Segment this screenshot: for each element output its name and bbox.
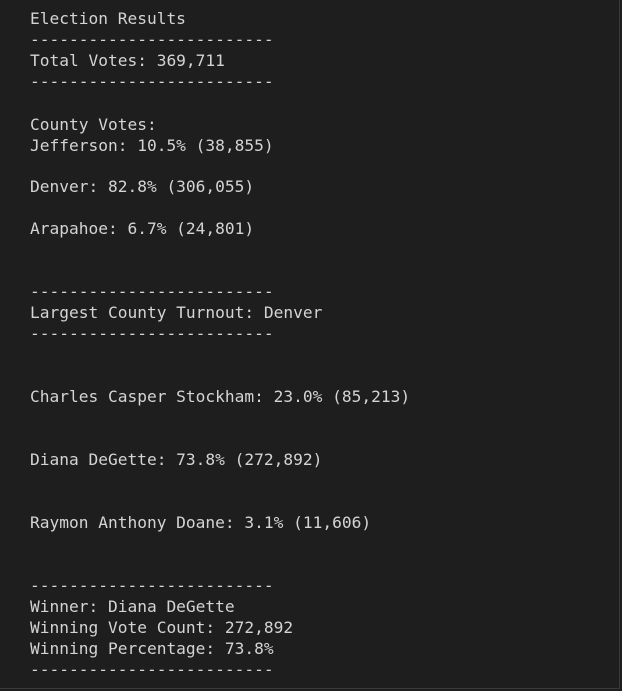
largest-county-turnout: Largest County Turnout: Denver [30,303,323,322]
total-votes: Total Votes: 369,711 [30,51,225,70]
divider: ------------------------- [30,30,274,49]
divider: ------------------------- [30,282,274,301]
terminal-output: Election Results -----------------------… [0,0,620,689]
candidate-line-stockham: Charles Casper Stockham: 23.0% (85,213) [30,387,411,406]
divider: ------------------------- [30,660,274,679]
divider: ------------------------- [30,324,274,343]
candidate-line-doane: Raymon Anthony Doane: 3.1% (11,606) [30,513,372,532]
county-line-arapahoe: Arapahoe: 6.7% (24,801) [30,219,255,238]
winner-name: Winner: Diana DeGette [30,597,235,616]
report-title: Election Results [30,9,186,28]
divider: ------------------------- [30,576,274,595]
candidate-line-degette: Diana DeGette: 73.8% (272,892) [30,450,323,469]
winning-percentage: Winning Percentage: 73.8% [30,639,274,658]
divider: ------------------------- [30,72,274,91]
winning-vote-count: Winning Vote Count: 272,892 [30,618,294,637]
county-votes-header: County Votes: [30,115,157,134]
county-line-denver: Denver: 82.8% (306,055) [30,177,255,196]
county-line-jefferson: Jefferson: 10.5% (38,855) [30,136,274,155]
